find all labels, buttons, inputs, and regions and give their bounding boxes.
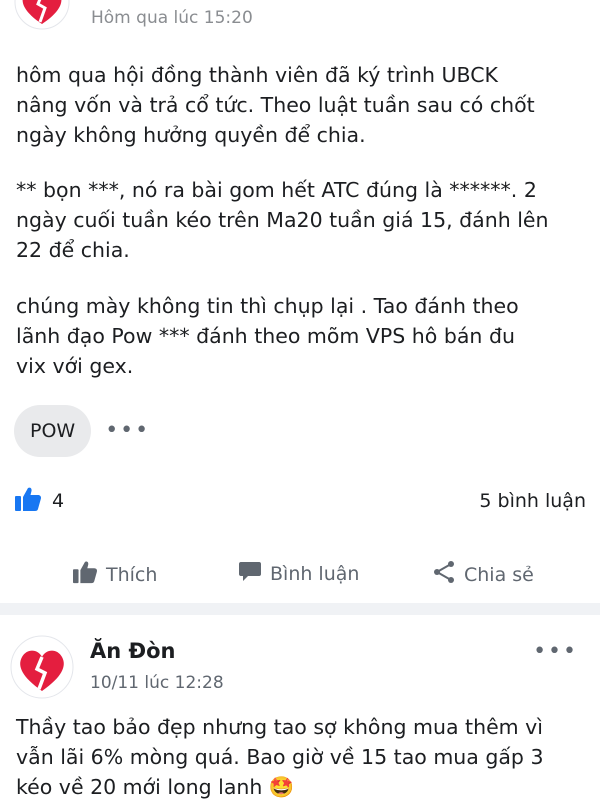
broken-heart-avatar-icon[interactable] [14,0,70,30]
comment-count[interactable]: 5 bình luận [479,486,586,516]
broken-heart-avatar-icon[interactable] [10,635,74,699]
text-line: vix với gex. [16,354,134,378]
post-card-2: Ăn Đòn 10/11 lúc 12:28 ••• Thầy tao bảo … [0,615,600,800]
post-timestamp[interactable]: 10/11 lúc 12:28 [90,673,224,693]
post-card-1: Hôm qua lúc 15:20 hôm qua hội đồng thành… [0,0,600,602]
text-line: chúng mày không tin thì chụp lại . Tao đ… [16,294,519,318]
more-options-icon[interactable]: ••• [533,639,578,664]
post-paragraph-3: chúng mày không tin thì chụp lại . Tao đ… [16,291,586,381]
thumbs-up-icon [72,560,98,589]
text-line: vẫn lãi 6% mòng quá. Bao giờ về 15 tao m… [16,745,544,769]
comment-button[interactable]: Bình luận [238,560,359,587]
post-paragraph-2: ** bọn ***, nó ra bài gom hết ATC đúng l… [16,175,586,265]
author-name[interactable]: Ăn Đòn [90,639,176,663]
more-tags-icon[interactable]: ••• [105,420,150,442]
like-count: 4 [52,490,65,512]
comment-label: Bình luận [270,562,360,585]
like-button[interactable]: Thích [72,560,157,589]
text-line: kéo về 20 mới long lanh 🤩 [16,775,295,799]
text-line: ngày không hưởng quyền để chia. [16,123,366,147]
share-label: Chia sẻ [464,563,534,586]
feed-divider [0,603,600,615]
text-line: ngày cuối tuần kéo trên Ma20 tuần giá 15… [16,208,549,232]
tag-chip-pow[interactable]: POW [14,405,92,457]
post-body: Thầy tao bảo đẹp nhưng tao sợ không mua … [16,712,586,802]
text-line: lãnh đạo Pow *** đánh theo mõm VPS hô bá… [16,324,515,348]
text-line: nâng vốn và trả cổ tức. Theo luật tuần s… [16,93,535,117]
like-label: Thích [106,563,158,586]
text-line: hôm qua hội đồng thành viên đã ký trình … [16,63,498,87]
comment-icon [238,560,262,587]
text-line: 22 để chia. [16,238,130,262]
like-summary[interactable]: 4 [14,486,64,516]
action-bar: Thích Bình luận Chia sẻ [0,560,600,600]
post-timestamp[interactable]: Hôm qua lúc 15:20 [91,8,253,28]
post-paragraph-1: hôm qua hội đồng thành viên đã ký trình … [16,60,586,150]
share-button[interactable]: Chia sẻ [432,560,534,589]
text-line: ** bọn ***, nó ra bài gom hết ATC đúng l… [16,178,537,202]
share-icon [432,560,456,589]
text-line: Thầy tao bảo đẹp nhưng tao sợ không mua … [16,715,543,739]
reaction-stats: 4 5 bình luận [14,486,586,516]
thumbs-up-icon [14,486,42,516]
tag-row: POW ••• [14,405,150,457]
